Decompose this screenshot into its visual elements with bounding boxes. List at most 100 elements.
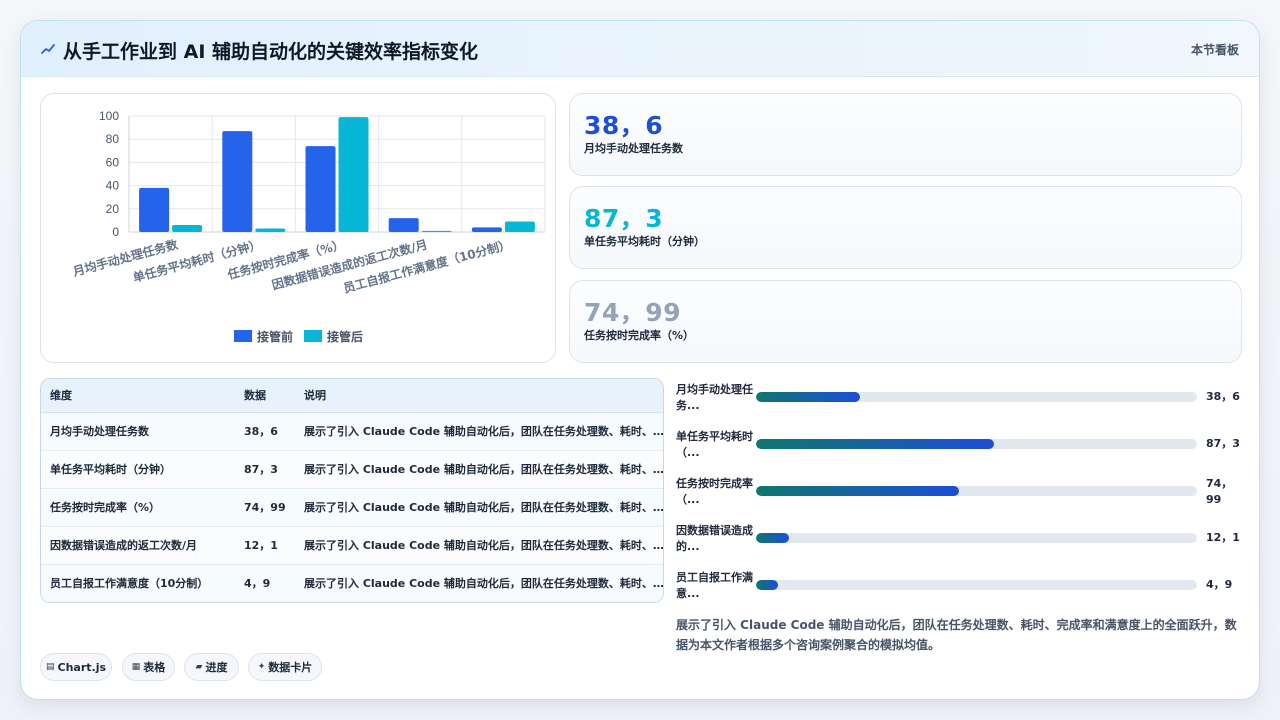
bar-before bbox=[222, 131, 253, 232]
cell-dimension: 任务按时完成率（%） bbox=[41, 488, 235, 527]
progress-icon: ▰ bbox=[195, 662, 203, 672]
table-row: 月均手动处理任务数 38，6 展示了引入 Claude Code 辅助自动化后，… bbox=[41, 412, 663, 451]
stat-card-tasks: 38，6 月均手动处理任务数 bbox=[569, 93, 1242, 176]
progress-track bbox=[756, 392, 1197, 402]
stat-value: 38，6 bbox=[584, 111, 664, 140]
y-tick-label: 40 bbox=[106, 179, 120, 193]
column-header-data: 数据 bbox=[235, 379, 295, 413]
metrics-table-card: 维度 数据 说明 月均手动处理任务数 38，6 展示了引入 Claude Cod… bbox=[40, 378, 664, 603]
y-tick-label: 20 bbox=[106, 202, 120, 216]
dashboard-header: 从手工作业到 AI 辅助自动化的关键效率指标变化 本节看板 bbox=[21, 21, 1259, 77]
pill-table[interactable]: ▦ 表格 bbox=[122, 653, 175, 681]
table-row: 因数据错误造成的返工次数/月 12，1 展示了引入 Claude Code 辅助… bbox=[41, 526, 663, 565]
y-tick-label: 100 bbox=[99, 109, 119, 123]
bar-chart: 020406080100月均手动处理任务数单任务平均耗时（分钟）任务按时完成率（… bbox=[70, 109, 546, 344]
bar-before bbox=[388, 218, 419, 232]
stat-value: 74，99 bbox=[584, 298, 682, 327]
trend-icon bbox=[41, 44, 55, 54]
cell-note: 展示了引入 Claude Code 辅助自动化后，团队在任务处理数、耗时、完成率… bbox=[295, 564, 663, 602]
legend-label: 接管后 bbox=[327, 329, 363, 344]
progress-fill bbox=[756, 439, 995, 449]
cell-data: 87，3 bbox=[235, 450, 295, 489]
y-tick-label: 0 bbox=[112, 225, 119, 239]
bar-before bbox=[139, 187, 170, 232]
dashboard-frame: 从手工作业到 AI 辅助自动化的关键效率指标变化 本节看板 0 20 40 60 80 1… bbox=[20, 20, 1260, 700]
progress-item: 月均手动处理任务... 38，6 bbox=[676, 380, 1246, 416]
summary-text: 展示了引入 Claude Code 辅助自动化后，团队在任务处理数、耗时、完成率… bbox=[676, 618, 1237, 652]
bar-before bbox=[471, 227, 502, 232]
bar-after bbox=[255, 228, 286, 232]
progress-item: 员工自报工作满意... 4，9 bbox=[676, 568, 1246, 604]
cell-dimension: 单任务平均耗时（分钟） bbox=[41, 450, 235, 489]
y-tick-label: 60 bbox=[106, 155, 120, 169]
progress-track bbox=[756, 439, 1197, 449]
progress-value: 38，6 bbox=[1206, 390, 1240, 403]
table-row: 任务按时完成率（%） 74，99 展示了引入 Claude Code 辅助自动化… bbox=[41, 488, 663, 527]
progress-item: 单任务平均耗时（... 87，3 bbox=[676, 427, 1246, 463]
pill-label: 进度 bbox=[205, 661, 228, 674]
pill-label: 表格 bbox=[143, 661, 166, 674]
pill-label: Chart.js bbox=[57, 660, 107, 674]
progress-fill bbox=[756, 392, 860, 402]
page-title: 从手工作业到 AI 辅助自动化的关键效率指标变化 bbox=[63, 41, 479, 63]
legend-swatch bbox=[304, 330, 322, 342]
cell-note: 展示了引入 Claude Code 辅助自动化后，团队在任务处理数、耗时、完成率… bbox=[295, 450, 663, 489]
cell-note: 展示了引入 Claude Code 辅助自动化后，团队在任务处理数、耗时、完成率… bbox=[295, 488, 663, 527]
pill-label: 数据卡片 bbox=[268, 661, 313, 674]
progress-fill bbox=[756, 533, 790, 543]
bar-after bbox=[172, 225, 203, 232]
legend-swatch bbox=[234, 330, 252, 342]
progress-value: 4，9 bbox=[1206, 578, 1233, 591]
cell-note: 展示了引入 Claude Code 辅助自动化后，团队在任务处理数、耗时、完成率… bbox=[295, 412, 663, 451]
stat-card-ontime: 74，99 任务按时完成率（%） bbox=[569, 280, 1242, 363]
progress-fill bbox=[756, 580, 779, 590]
spark-icon: ✦ bbox=[257, 662, 266, 672]
stat-card-time: 87，3 单任务平均耗时（分钟） bbox=[569, 186, 1242, 269]
section-tag: 本节看板 bbox=[1190, 43, 1239, 57]
bar-chart-card: 0 20 40 60 80 100 月均手动处理任务数 单任务平均耗时（分钟） 任务按时完成率（… bbox=[40, 93, 556, 363]
pill-chartjs[interactable]: ▤ Chart.js bbox=[40, 653, 112, 681]
chart-icon: ▤ bbox=[45, 662, 55, 672]
stat-label: 任务按时完成率（%） bbox=[584, 329, 695, 342]
progress-label: 因数据错误造成的... bbox=[676, 524, 753, 553]
cell-note: 展示了引入 Claude Code 辅助自动化后，团队在任务处理数、耗时、完成率… bbox=[295, 526, 663, 565]
cell-data: 4，9 bbox=[235, 564, 295, 602]
progress-track bbox=[756, 533, 1197, 543]
progress-fill bbox=[756, 486, 959, 496]
progress-track bbox=[756, 580, 1197, 590]
column-header-note: 说明 bbox=[295, 379, 663, 413]
y-tick-label: 80 bbox=[106, 132, 120, 146]
table-header-row: 维度 数据 说明 bbox=[41, 379, 663, 413]
cell-dimension: 员工自报工作满意度（10分制） bbox=[41, 564, 235, 602]
progress-item: 任务按时完成率（... 74，99 bbox=[676, 474, 1246, 510]
table-icon: ▦ bbox=[131, 662, 141, 672]
progress-item: 因数据错误造成的... 12，1 bbox=[676, 521, 1246, 557]
pill-progress[interactable]: ▰ 进度 bbox=[184, 653, 239, 681]
cell-dimension: 因数据错误造成的返工次数/月 bbox=[41, 526, 235, 565]
progress-label: 单任务平均耗时（... bbox=[676, 430, 753, 459]
bar-after bbox=[504, 221, 535, 232]
metrics-table: 维度 数据 说明 月均手动处理任务数 38，6 展示了引入 Claude Cod… bbox=[41, 379, 663, 602]
cell-data: 74，99 bbox=[235, 488, 295, 527]
pill-data-card[interactable]: ✦ 数据卡片 bbox=[248, 653, 322, 681]
stat-value: 87，3 bbox=[584, 204, 664, 233]
progress-label: 任务按时完成率（... bbox=[676, 477, 753, 506]
progress-value: 87，3 bbox=[1206, 437, 1240, 450]
progress-label: 员工自报工作满意... bbox=[676, 571, 753, 600]
table-row: 单任务平均耗时（分钟） 87，3 展示了引入 Claude Code 辅助自动化… bbox=[41, 450, 663, 489]
progress-label: 月均手动处理任务... bbox=[676, 383, 753, 412]
stat-label: 单任务平均耗时（分钟） bbox=[584, 235, 705, 248]
cell-dimension: 月均手动处理任务数 bbox=[41, 412, 235, 451]
bar-before bbox=[305, 146, 336, 232]
cell-data: 38，6 bbox=[235, 412, 295, 451]
bar-after bbox=[421, 230, 452, 232]
table-row: 员工自报工作满意度（10分制） 4，9 展示了引入 Claude Code 辅助… bbox=[41, 564, 663, 602]
progress-value: 12，1 bbox=[1206, 531, 1240, 544]
progress-track bbox=[756, 486, 1197, 496]
progress-value: 74，99 bbox=[1206, 477, 1233, 506]
column-header-dimension: 维度 bbox=[41, 379, 235, 413]
cell-data: 12，1 bbox=[235, 526, 295, 565]
legend-label: 接管前 bbox=[257, 329, 293, 344]
bar-after bbox=[338, 117, 369, 232]
stat-label: 月均手动处理任务数 bbox=[584, 142, 683, 155]
